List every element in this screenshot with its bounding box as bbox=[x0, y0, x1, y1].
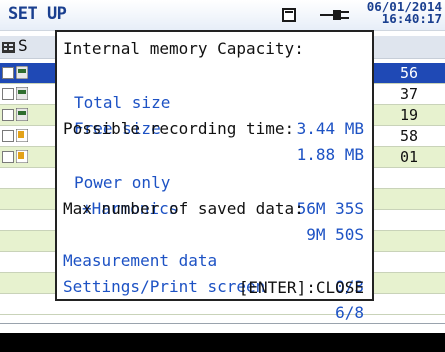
power-only-row: Power only 56M 35S bbox=[74, 144, 364, 218]
settings-label: Settings/Print screen bbox=[63, 277, 266, 296]
settings-value: 6/8 bbox=[335, 303, 364, 322]
list-item-fragment: 19 bbox=[400, 106, 419, 124]
power-plug-icon bbox=[320, 10, 349, 20]
settings-row: Settings/Print screen 6/8 bbox=[63, 248, 364, 322]
harmonics-row: +Harmonics 9M 50S bbox=[82, 170, 364, 244]
checkbox-icon[interactable] bbox=[2, 67, 14, 79]
page-title: SET UP bbox=[8, 4, 67, 24]
file-icon bbox=[16, 129, 28, 142]
tree-icon bbox=[2, 42, 15, 53]
saved-data-heading: Max number of saved data: bbox=[63, 199, 304, 218]
datetime-display: 06/01/2014 16:40:17 bbox=[358, 0, 442, 26]
measurement-row: Measurement data 0/3 bbox=[63, 222, 364, 296]
header-bar: SET UP 06/01/2014 16:40:17 bbox=[0, 0, 445, 31]
memory-capacity-dialog: Internal memory Capacity: Total size 3.4… bbox=[55, 30, 374, 322]
close-hint[interactable]: [ENTER]:CLOSE bbox=[239, 275, 364, 301]
memory-card-icon bbox=[282, 8, 296, 22]
file-icon bbox=[16, 150, 28, 163]
list-item-fragment: 01 bbox=[400, 148, 419, 166]
list-item-fragment: 58 bbox=[400, 127, 419, 145]
checkbox-icon[interactable] bbox=[2, 88, 14, 100]
total-size-row: Total size 3.44 MB bbox=[74, 64, 364, 138]
list-header-label: S bbox=[18, 36, 28, 55]
setup-screen: SET UP 06/01/2014 16:40:17 S 56 37 19 58… bbox=[0, 0, 445, 333]
file-icon bbox=[16, 108, 28, 121]
file-icon bbox=[16, 66, 28, 79]
list-item-fragment: 56 bbox=[400, 64, 419, 82]
capacity-heading: Internal memory Capacity: bbox=[63, 39, 304, 58]
file-icon bbox=[16, 87, 28, 100]
free-size-row: Free size 1.88 MB bbox=[74, 90, 364, 164]
time-text: 16:40:17 bbox=[381, 11, 442, 26]
list-item-fragment: 37 bbox=[400, 85, 419, 103]
checkbox-icon[interactable] bbox=[2, 151, 14, 163]
checkbox-icon[interactable] bbox=[2, 130, 14, 142]
recording-heading: Possible recording time: bbox=[63, 119, 295, 138]
checkbox-icon[interactable] bbox=[2, 109, 14, 121]
